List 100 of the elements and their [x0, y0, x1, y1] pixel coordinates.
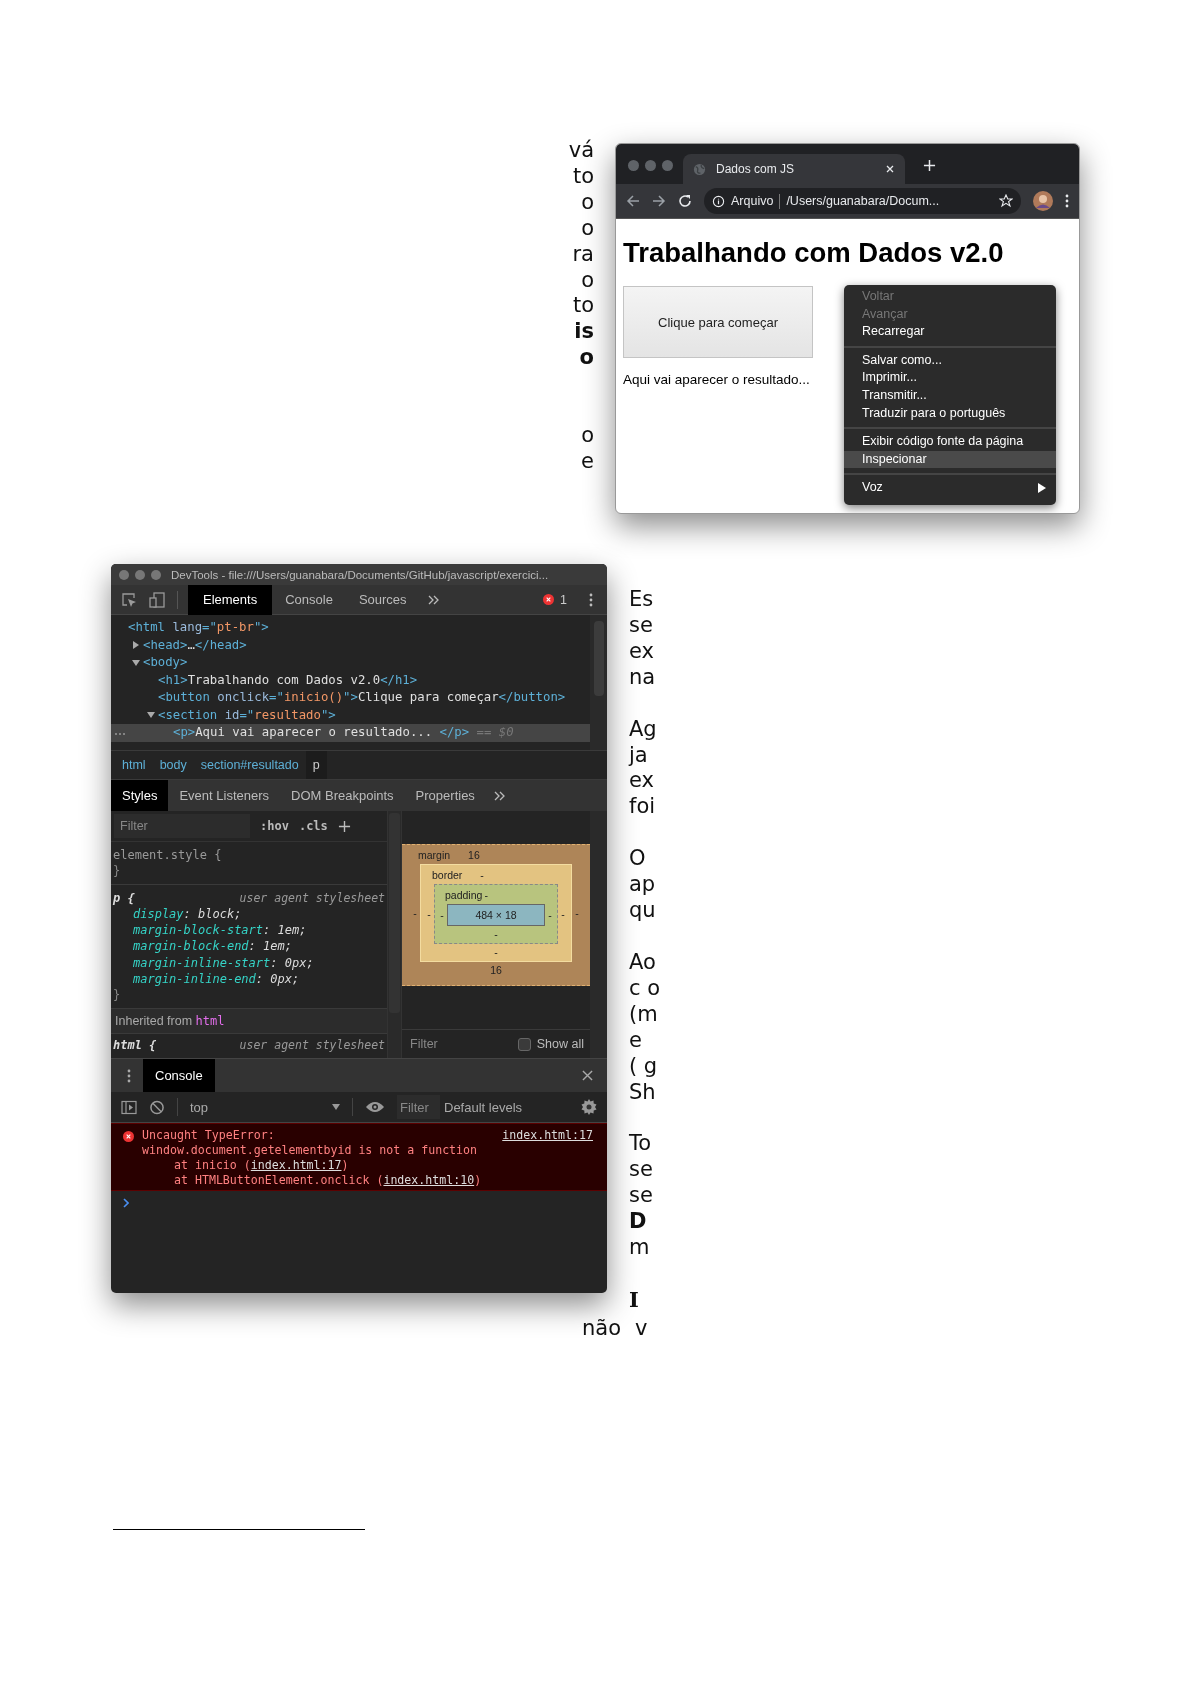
- levels-dropdown[interactable]: Default levels: [444, 1099, 523, 1115]
- text-fragment: Sh: [629, 1079, 657, 1106]
- menu-item[interactable]: Recarregar: [844, 323, 1056, 341]
- dom-node[interactable]: <button onclick="inicio()">Clique para começar</button>: [158, 689, 566, 707]
- result-text: Aqui vai aparecer o resultado...: [623, 372, 810, 387]
- panel-tab[interactable]: Properties: [404, 780, 486, 811]
- drawer-tab[interactable]: Console: [143, 1059, 215, 1092]
- browser-tab[interactable]: Dados com JS: [683, 154, 905, 184]
- menu-item[interactable]: Transmitir...: [844, 386, 1056, 405]
- window-control-icon[interactable]: [135, 569, 145, 580]
- text-fragment: ra: [571, 241, 594, 268]
- window-control-icon[interactable]: [662, 159, 673, 171]
- source-link[interactable]: index.html:17: [502, 1128, 593, 1143]
- text-fragment: não: [582, 1314, 622, 1341]
- menu-item[interactable]: Imprimir...: [844, 369, 1056, 387]
- more-tabs-icon[interactable]: [493, 790, 506, 801]
- text-fragment: e: [580, 449, 594, 475]
- globe-icon: [693, 162, 706, 176]
- text-fragment: qu: [629, 898, 657, 924]
- window-control-icon[interactable]: [628, 159, 639, 171]
- checkbox-label[interactable]: Show all: [536, 1037, 584, 1051]
- scrollbar-track[interactable]: [590, 615, 607, 750]
- settings-icon[interactable]: [581, 1099, 597, 1115]
- devtools-tab[interactable]: Elements: [188, 584, 273, 615]
- back-arrow-icon[interactable]: [626, 194, 640, 208]
- error-text: Uncaught TypeError:: [142, 1128, 275, 1143]
- text-fragment: (m: [629, 1001, 659, 1028]
- filter-field[interactable]: Filter: [114, 814, 250, 838]
- panel-tab[interactable]: Styles: [111, 780, 169, 811]
- menu-item[interactable]: Voz: [844, 479, 1056, 497]
- breadcrumb[interactable]: p: [305, 751, 327, 779]
- inspect-icon[interactable]: [121, 591, 137, 608]
- context-dropdown[interactable]: top: [190, 1099, 340, 1115]
- dom-node[interactable]: <head>…</head>: [143, 636, 247, 654]
- css-declaration: margin-inline-end: 0px;: [132, 971, 301, 988]
- source-link[interactable]: index.html:17: [250, 1158, 342, 1172]
- css-selector: element.style {: [113, 847, 222, 864]
- menu-icon[interactable]: [127, 1068, 131, 1083]
- text-fragment: Ag: [629, 716, 658, 743]
- dom-node[interactable]: <body>: [143, 654, 188, 672]
- breadcrumb[interactable]: body: [152, 751, 194, 779]
- avatar-icon[interactable]: [1033, 191, 1053, 211]
- more-icon[interactable]: [114, 732, 126, 736]
- content-box: 484 × 18: [447, 904, 545, 926]
- class-toggle[interactable]: .cls: [298, 819, 328, 833]
- source-link[interactable]: index.html:10: [383, 1173, 475, 1187]
- text-fragment: na: [629, 664, 657, 691]
- add-rule-icon[interactable]: [337, 819, 351, 833]
- window-control-icon[interactable]: [151, 569, 161, 580]
- breadcrumb[interactable]: section#resultado: [193, 751, 306, 779]
- text-fragment: to: [571, 163, 594, 190]
- dom-node[interactable]: <html lang="pt-br">: [128, 619, 269, 637]
- error-count[interactable]: 1: [560, 592, 567, 607]
- hover-state-toggle[interactable]: :hov: [260, 819, 289, 833]
- prompt-icon[interactable]: [123, 1198, 129, 1208]
- css-selector: html {: [113, 1037, 157, 1052]
- inherited-label: Inherited from html: [111, 1008, 387, 1034]
- start-button[interactable]: Clique para começar: [623, 286, 813, 358]
- border-box: border - - padding - - 484 × 18 - - - -: [420, 864, 572, 962]
- address-bar[interactable]: Arquivo /Users/guanabara/Docum...: [704, 188, 1021, 214]
- menu-icon[interactable]: [589, 592, 593, 607]
- window-title: DevTools - file:///Users/guanabara/Documents/GitHub/javascript/exercici...: [171, 568, 549, 581]
- devtools-tab[interactable]: Console: [272, 584, 346, 615]
- dom-node[interactable]: <h1>Trabalhando com Dados v2.0</h1>: [158, 671, 418, 689]
- more-tabs-icon[interactable]: [427, 594, 440, 605]
- new-tab-icon[interactable]: [923, 158, 936, 172]
- panel-tab[interactable]: DOM Breakpoints: [280, 780, 405, 811]
- star-icon[interactable]: [999, 194, 1013, 208]
- checkbox[interactable]: [517, 1037, 531, 1051]
- sidebar-icon[interactable]: [121, 1099, 137, 1115]
- filter-field[interactable]: Filter: [397, 1095, 440, 1119]
- clear-console-icon[interactable]: [149, 1099, 165, 1115]
- panel-tab[interactable]: Event Listeners: [168, 780, 280, 811]
- menu-item[interactable]: Salvar como...: [844, 351, 1056, 370]
- scrollbar-track[interactable]: [388, 811, 402, 1058]
- menu-item[interactable]: Traduzir para o português: [844, 404, 1056, 423]
- close-icon[interactable]: [582, 1070, 593, 1081]
- address-scheme: Arquivo: [731, 194, 774, 208]
- forward-arrow-icon[interactable]: [652, 194, 666, 208]
- expand-arrow-icon[interactable]: [132, 658, 140, 667]
- eye-icon[interactable]: [365, 1101, 385, 1113]
- scrollbar-track[interactable]: [590, 811, 607, 1058]
- device-icon[interactable]: [149, 591, 165, 608]
- css-declaration: margin-block-end: 1em;: [132, 938, 293, 955]
- menu-item[interactable]: Inspecionar: [844, 450, 1056, 469]
- reload-icon[interactable]: [678, 194, 692, 208]
- devtools-tab[interactable]: Sources: [345, 584, 420, 615]
- dropdown-arrow-icon: [332, 1104, 340, 1110]
- text-fragment: is: [573, 319, 594, 346]
- text-fragment: Es: [629, 587, 655, 613]
- window-control-icon[interactable]: [645, 159, 656, 171]
- breadcrumb[interactable]: html: [115, 751, 153, 779]
- window-control-icon[interactable]: [119, 569, 129, 580]
- menu-item[interactable]: Exibir código fonte da página: [844, 433, 1056, 451]
- info-icon: [712, 194, 725, 208]
- expand-arrow-icon[interactable]: [132, 641, 140, 650]
- dom-node[interactable]: <section id="resultado">: [158, 706, 336, 724]
- menu-icon[interactable]: [1065, 194, 1069, 208]
- expand-arrow-icon[interactable]: [147, 711, 155, 720]
- text-fragment: o: [580, 423, 594, 450]
